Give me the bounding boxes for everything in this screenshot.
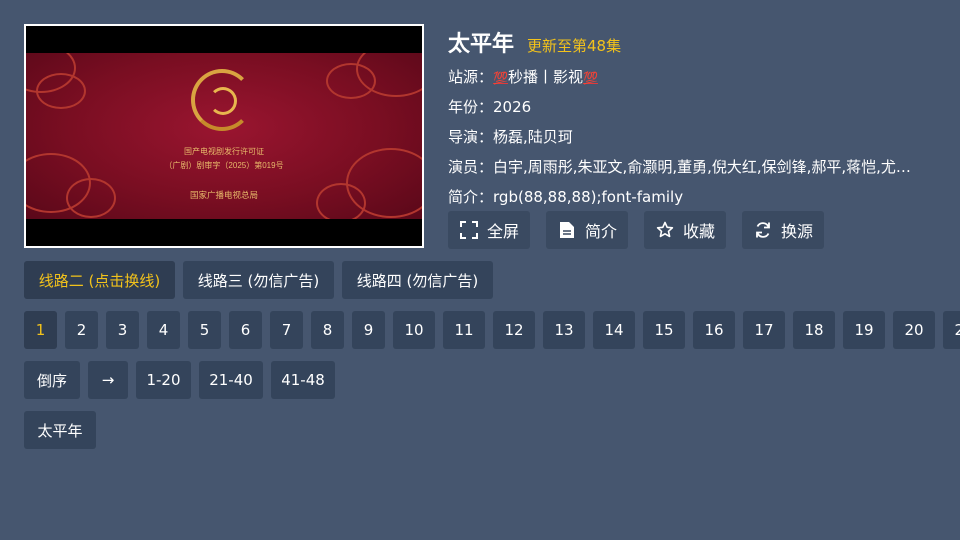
video-frame: 国产电视剧发行许可证 （广剧）剧审字（2025）第019号 国家广播电视总局	[26, 53, 422, 219]
cloud-decoration	[326, 63, 376, 99]
director-value: 杨磊,陆贝珂	[493, 128, 573, 146]
change-source-label: 换源	[780, 222, 813, 241]
episode-button[interactable]: 2	[65, 311, 98, 349]
episode-button[interactable]: 16	[693, 311, 735, 349]
star-icon	[655, 220, 675, 240]
episode-button[interactable]: 13	[543, 311, 585, 349]
route-3-chip[interactable]: 线路三 (勿信广告)	[183, 261, 334, 299]
range-41-48-button[interactable]: 41-48	[271, 361, 335, 399]
fullscreen-label: 全屏	[486, 222, 519, 241]
poster-authority: 国家广播电视总局	[189, 190, 258, 200]
range-1-20-button[interactable]: 1-20	[136, 361, 191, 399]
episode-button[interactable]: 3	[106, 311, 139, 349]
intro-label: 简介：	[448, 188, 494, 206]
episode-button[interactable]: 10	[393, 311, 435, 349]
cast-row: 演员：白宇,周雨彤,朱亚文,俞灏明,董勇,倪大红,保剑锋,郝平,蒋恺,尤…	[448, 156, 932, 177]
hundred-emoji-icon: 💯	[493, 71, 508, 85]
show-title: 太平年	[448, 32, 515, 57]
change-source-button[interactable]: 换源	[742, 211, 824, 249]
episode-button[interactable]: 5	[188, 311, 221, 349]
cast-value: 白宇,周雨彤,朱亚文,俞灏明,董勇,倪大红,保剑锋,郝平,蒋恺,尤…	[493, 158, 911, 176]
director-row: 导演：杨磊,陆贝珂	[448, 126, 932, 147]
episode-button[interactable]: 14	[593, 311, 635, 349]
episode-button[interactable]: 8	[311, 311, 344, 349]
source-label: 站源：	[448, 68, 494, 86]
year-row: 年份：2026	[448, 96, 932, 117]
update-status: 更新至第48集	[527, 37, 622, 55]
year-label: 年份：	[448, 98, 494, 116]
next-range-arrow-icon[interactable]: →	[88, 361, 128, 399]
poster-license-number: （广剧）剧审字（2025）第019号	[164, 161, 284, 170]
year-value: 2026	[493, 98, 532, 116]
cast-label: 演员：	[448, 158, 494, 176]
fullscreen-button[interactable]: 全屏	[448, 211, 530, 249]
range-21-40-button[interactable]: 21-40	[199, 361, 263, 399]
source-value: 秒播丨影视	[507, 68, 583, 86]
episode-button[interactable]: 11	[443, 311, 485, 349]
source-row: 站源：💯秒播丨影视💯	[448, 66, 932, 87]
route-2-chip[interactable]: 线路二 (点击换线)	[24, 261, 175, 299]
intro-label: 简介	[584, 222, 617, 241]
poster-license-text: 国产电视剧发行许可证	[184, 147, 264, 156]
episode-button[interactable]: 15	[643, 311, 685, 349]
intro-button[interactable]: 简介	[546, 211, 628, 249]
director-label: 导演：	[448, 128, 494, 146]
episode-button[interactable]: 1	[24, 311, 57, 349]
intro-value: rgb(88,88,88);font-family	[493, 188, 684, 206]
episode-button[interactable]: 6	[229, 311, 262, 349]
title-tag[interactable]: 太平年	[24, 411, 96, 449]
refresh-icon	[753, 220, 773, 240]
hundred-emoji-icon: 💯	[582, 71, 598, 85]
intro-row: 简介：rgb(88,88,88);font-family	[448, 186, 932, 207]
reverse-order-button[interactable]: 倒序	[24, 361, 80, 399]
favorite-label: 收藏	[682, 222, 715, 241]
fullscreen-icon	[459, 220, 479, 240]
episode-button[interactable]: 18	[793, 311, 835, 349]
cloud-decoration	[36, 73, 86, 109]
episode-button[interactable]: 20	[893, 311, 935, 349]
episode-button[interactable]: 21	[943, 311, 960, 349]
episode-button[interactable]: 12	[493, 311, 535, 349]
episode-button[interactable]: 7	[270, 311, 303, 349]
video-player[interactable]: 国产电视剧发行许可证 （广剧）剧审字（2025）第019号 国家广播电视总局	[24, 24, 424, 248]
episode-button[interactable]: 19	[843, 311, 885, 349]
episode-button[interactable]: 9	[352, 311, 385, 349]
emblem-logo-inner	[209, 87, 237, 115]
episode-button[interactable]: 17	[743, 311, 785, 349]
detail-screen: 国产电视剧发行许可证 （广剧）剧审字（2025）第019号 国家广播电视总局 太…	[0, 0, 960, 540]
route-4-chip[interactable]: 线路四 (勿信广告)	[342, 261, 493, 299]
episode-button[interactable]: 4	[147, 311, 180, 349]
document-icon	[557, 220, 577, 240]
favorite-button[interactable]: 收藏	[644, 211, 726, 249]
